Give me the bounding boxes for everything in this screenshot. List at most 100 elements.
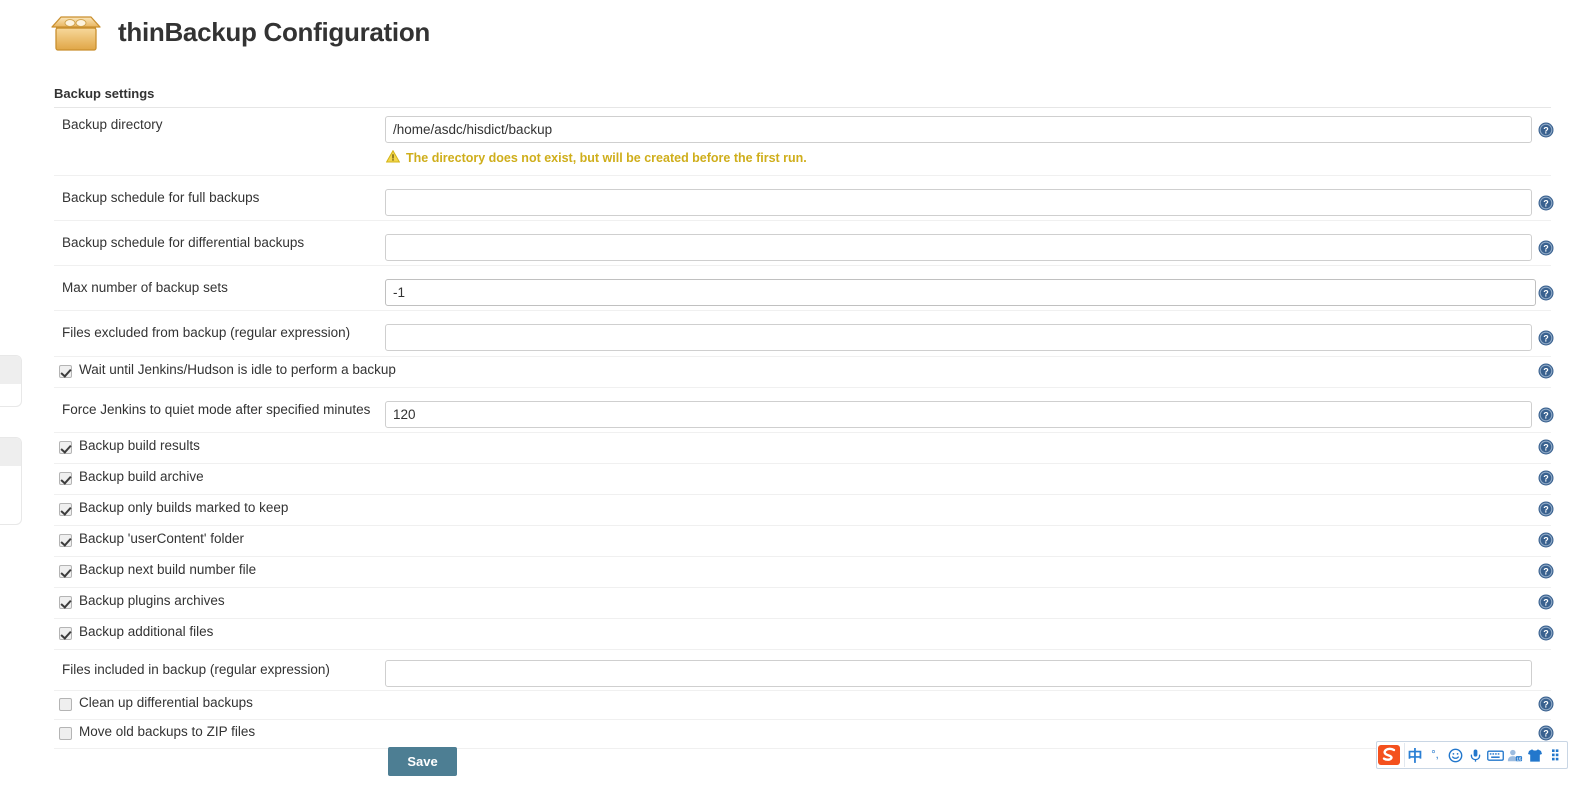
backup-directory-input[interactable] [385,116,1532,143]
svg-text:?: ? [1543,629,1549,639]
svg-text:?: ? [1543,567,1549,577]
row-cleanup-differential: Clean up differential backups ? [0,691,1577,720]
section-title-backup-settings: Backup settings [54,86,155,101]
section-divider [54,107,1551,108]
svg-text:?: ? [1543,334,1549,344]
help-icon-backup-directory[interactable]: ? [1538,122,1554,138]
backup-settings-form: Backup directory ? The directory does no… [0,110,1577,749]
excluded-files-input[interactable] [385,324,1532,351]
row-quiet-mode-minutes: Force Jenkins to quiet mode after specif… [0,388,1577,433]
label-backup-marked-to-keep[interactable]: Backup only builds marked to keep [79,500,288,515]
ime-toolbar[interactable]: 中 °, 15 [1376,741,1568,769]
svg-text:?: ? [1543,474,1549,484]
svg-text:?: ? [1543,244,1549,254]
keyboard-icon[interactable] [1485,743,1505,767]
help-icon-backup-plugins[interactable]: ? [1538,594,1554,610]
differential-backup-schedule-input[interactable] [385,234,1532,261]
user-icon[interactable]: 15 [1505,743,1525,767]
row-wait-until-idle: Wait until Jenkins/Hudson is idle to per… [0,357,1577,388]
skin-icon[interactable] [1525,743,1545,767]
row-differential-backup-schedule: Backup schedule for differential backups… [0,221,1577,266]
help-icon-differential-backup-schedule[interactable]: ? [1538,240,1554,256]
backup-box-icon [48,10,104,54]
label-excluded-files: Files excluded from backup (regular expr… [62,325,351,340]
sogou-logo-icon[interactable] [1377,743,1401,767]
checkbox-backup-usercontent[interactable] [59,534,72,547]
microphone-icon[interactable] [1465,743,1485,767]
row-max-backup-sets: Max number of backup sets ? [0,266,1577,311]
row-backup-usercontent: Backup 'userContent' folder ? [0,526,1577,557]
row-backup-build-archive: Backup build archive ? [0,464,1577,495]
help-icon-backup-build-archive[interactable]: ? [1538,470,1554,486]
svg-text:?: ? [1543,443,1549,453]
punctuation-mode-icon[interactable]: °, [1425,743,1445,767]
help-icon-wait-until-idle[interactable]: ? [1538,363,1554,379]
row-full-backup-schedule: Backup schedule for full backups ? [0,176,1577,221]
label-max-backup-sets: Max number of backup sets [62,280,228,295]
help-icon-full-backup-schedule[interactable]: ? [1538,195,1554,211]
label-backup-build-archive[interactable]: Backup build archive [79,469,204,484]
row-divider [54,748,1551,749]
help-icon-backup-marked-to-keep[interactable]: ? [1538,501,1554,517]
row-backup-plugins: Backup plugins archives ? [0,588,1577,619]
row-backup-additional-files: Backup additional files ? [0,619,1577,650]
page-header: thinBackup Configuration [48,10,430,54]
checkbox-backup-build-results[interactable] [59,441,72,454]
label-wait-until-idle[interactable]: Wait until Jenkins/Hudson is idle to per… [79,362,396,377]
label-backup-build-results[interactable]: Backup build results [79,438,200,453]
label-full-backup-schedule: Backup schedule for full backups [62,190,260,205]
checkbox-backup-plugins[interactable] [59,596,72,609]
row-backup-marked-to-keep: Backup only builds marked to keep ? [0,495,1577,526]
help-icon-backup-usercontent[interactable]: ? [1538,532,1554,548]
label-backup-directory: Backup directory [62,117,163,132]
label-move-to-zip[interactable]: Move old backups to ZIP files [79,724,255,739]
checkbox-wait-until-idle[interactable] [59,365,72,378]
svg-text:?: ? [1543,505,1549,515]
label-included-files: Files included in backup (regular expres… [62,662,330,677]
checkbox-backup-additional-files[interactable] [59,627,72,640]
row-move-to-zip: Move old backups to ZIP files ? [0,720,1577,749]
svg-text:?: ? [1543,598,1549,608]
row-backup-directory: Backup directory ? The directory does no… [0,110,1577,176]
help-icon-quiet-mode-minutes[interactable]: ? [1538,407,1554,423]
directory-warning: The directory does not exist, but will b… [385,149,807,166]
included-files-input[interactable] [385,660,1532,687]
label-backup-plugins[interactable]: Backup plugins archives [79,593,225,608]
help-icon-move-to-zip[interactable]: ? [1538,725,1554,741]
svg-text:?: ? [1543,289,1549,299]
help-icon-max-backup-sets[interactable]: ? [1538,285,1554,301]
help-icon-backup-additional-files[interactable]: ? [1538,625,1554,641]
svg-text:?: ? [1543,729,1549,739]
svg-text:?: ? [1543,411,1549,421]
quiet-mode-minutes-input[interactable] [385,401,1532,428]
svg-text:?: ? [1543,126,1549,136]
help-icon-backup-build-results[interactable]: ? [1538,439,1554,455]
chinese-mode-icon[interactable]: 中 [1405,743,1425,767]
label-quiet-mode-minutes: Force Jenkins to quiet mode after specif… [62,402,371,417]
checkbox-cleanup-differential[interactable] [59,698,72,711]
page-title: thinBackup Configuration [118,16,430,47]
row-backup-next-build-num: Backup next build number file ? [0,557,1577,588]
svg-text:?: ? [1543,700,1549,710]
help-icon-excluded-files[interactable]: ? [1538,330,1554,346]
label-backup-additional-files[interactable]: Backup additional files [79,624,213,639]
max-backup-sets-input[interactable] [385,279,1536,306]
toolbox-icon[interactable] [1545,743,1565,767]
emoji-icon[interactable] [1445,743,1465,767]
help-icon-cleanup-differential[interactable]: ? [1538,696,1554,712]
svg-text:?: ? [1543,367,1549,377]
label-cleanup-differential[interactable]: Clean up differential backups [79,695,253,710]
full-backup-schedule-input[interactable] [385,189,1532,216]
checkbox-backup-marked-to-keep[interactable] [59,503,72,516]
save-button[interactable]: Save [388,747,457,776]
help-icon-backup-next-build-num[interactable]: ? [1538,563,1554,579]
label-backup-next-build-num[interactable]: Backup next build number file [79,562,256,577]
row-included-files: Files included in backup (regular expres… [0,650,1577,691]
svg-text:?: ? [1543,199,1549,209]
checkbox-backup-build-archive[interactable] [59,472,72,485]
label-backup-usercontent[interactable]: Backup 'userContent' folder [79,531,244,546]
checkbox-backup-next-build-num[interactable] [59,565,72,578]
checkbox-move-to-zip[interactable] [59,727,72,740]
svg-text:?: ? [1543,536,1549,546]
row-backup-build-results: Backup build results ? [0,433,1577,464]
